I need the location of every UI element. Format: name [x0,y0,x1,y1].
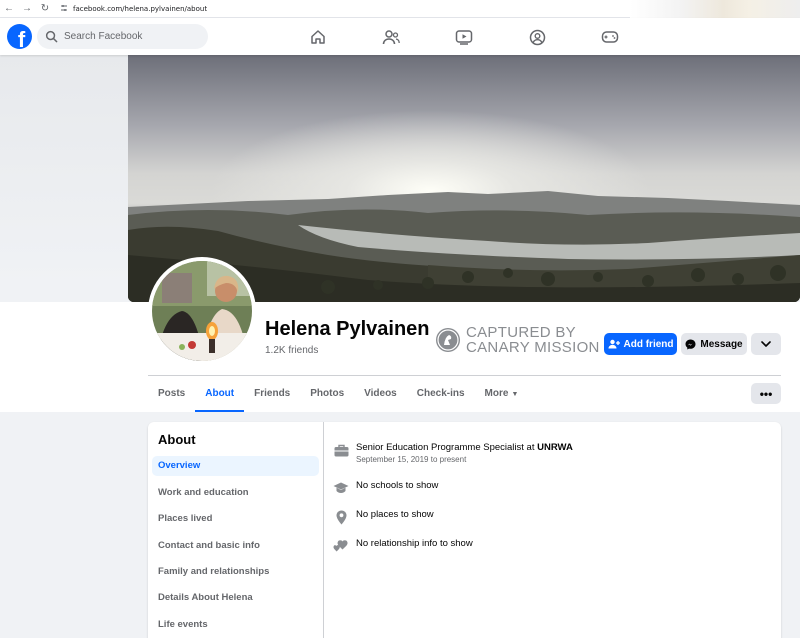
reload-button[interactable]: ↻ [36,3,54,14]
groups-icon[interactable] [527,27,547,47]
add-person-icon [608,339,620,349]
about-nav-family[interactable]: Family and relationships [152,562,319,582]
back-button[interactable]: ← [0,3,18,14]
work-info-row: Senior Education Programme Specialist at… [333,442,573,464]
message-button[interactable]: Message [681,333,747,355]
add-friend-button[interactable]: Add friend [604,333,677,355]
no-relationship-text: No relationship info to show [356,538,473,549]
caret-down-icon: ▼ [511,391,519,398]
tab-check-ins[interactable]: Check-ins [407,380,475,412]
about-card: About Overview Work and education Places… [148,422,781,638]
no-places-text: No places to show [356,509,434,520]
profile-name: Helena Pylvainen [265,318,430,340]
tab-friends[interactable]: Friends [244,380,300,412]
tab-videos[interactable]: Videos [354,380,407,412]
gaming-icon[interactable] [600,27,620,47]
no-schools-text: No schools to show [356,480,439,491]
tab-about[interactable]: About [195,380,245,412]
tab-more[interactable]: More ▼ [475,380,529,412]
chevron-down-icon [761,341,771,347]
graduation-cap-icon [333,480,349,496]
relationship-info-row: No relationship info to show [333,538,473,554]
about-nav-places-lived[interactable]: Places lived [152,509,319,529]
location-pin-icon [333,509,349,525]
forward-button[interactable]: → [18,3,36,14]
more-options-button[interactable]: ••• [751,383,781,404]
tab-photos[interactable]: Photos [300,380,354,412]
briefcase-icon [333,442,349,458]
about-heading: About [158,432,196,447]
search-box[interactable] [37,24,208,49]
canary-seal-icon [436,328,460,352]
search-input[interactable] [64,31,194,42]
add-friend-label: Add friend [623,338,674,350]
about-sidebar: About Overview Work and education Places… [148,422,324,638]
about-nav-overview[interactable]: Overview [152,456,319,476]
address-bar[interactable]: facebook.com/helena.pylvainen/about [60,4,207,14]
url-text: facebook.com/helena.pylvainen/about [73,4,208,13]
profile-options-button[interactable] [751,333,781,355]
tab-more-label: More [484,388,509,399]
header-divider [148,375,781,376]
profile-tabs: Posts About Friends Photos Videos Check-… [148,380,528,412]
education-info-row: No schools to show [333,480,438,496]
watermark-line-1: CAPTURED BY [466,324,576,341]
facebook-logo-icon[interactable]: f [7,24,32,49]
profile-photo-image [152,261,252,361]
site-settings-icon[interactable] [60,4,68,14]
video-icon[interactable] [454,27,474,47]
messenger-icon [685,339,696,349]
about-nav-work-education[interactable]: Work and education [152,483,319,503]
message-label: Message [700,338,743,350]
browser-toolbar: ← → ↻ facebook.com/helena.pylvainen/abou… [0,0,800,18]
facebook-top-nav: f [0,18,800,55]
home-icon[interactable] [308,27,328,47]
watermark: CAPTURED BY CANARY MISSION [436,325,600,355]
profile-picture[interactable] [148,257,256,365]
places-info-row: No places to show [333,509,434,525]
search-icon [45,30,58,43]
browser-extensions-area [630,0,800,18]
work-title: Senior Education Programme Specialist at… [356,442,573,453]
hearts-icon [333,538,349,554]
about-nav-life-events[interactable]: Life events [152,615,319,635]
watermark-line-2: CANARY MISSION [466,339,600,356]
work-organization-link[interactable]: UNRWA [537,442,573,453]
friends-count[interactable]: 1.2K friends [265,345,318,356]
friends-icon[interactable] [381,27,401,47]
about-nav-contact-info[interactable]: Contact and basic info [152,536,319,556]
work-dates: September 15, 2019 to present [356,455,467,464]
about-nav-details[interactable]: Details About Helena [152,588,319,608]
tab-posts[interactable]: Posts [148,380,195,412]
